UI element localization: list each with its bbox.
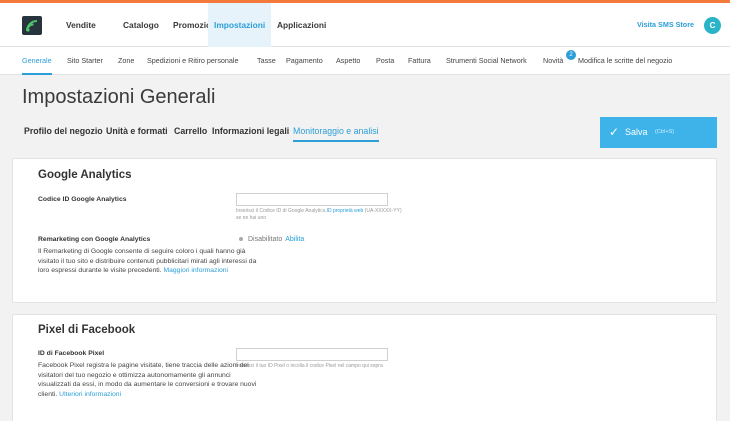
top-navigation: Vendite Catalogo Promozioni Impostazioni… [0,3,730,47]
nav-catalogo[interactable]: Catalogo [123,3,159,47]
nav-applicazioni[interactable]: Applicazioni [277,3,326,47]
subnav-novita[interactable]: Novità [543,47,563,75]
facebook-pixel-title: Pixel di Facebook [38,324,136,336]
subnav-zone[interactable]: Zone [118,47,134,75]
ga-id-hint: Inserisci il Codice ID di Google Analyti… [236,208,402,221]
subnav-aspetto[interactable]: Aspetto [336,47,360,75]
fb-pixel-id-label: ID di Facebook Pixel [38,350,105,357]
google-analytics-title: Google Analytics [38,169,132,181]
nav-impostazioni[interactable]: Impostazioni [208,3,272,47]
subnav-strumenti-social[interactable]: Strumenti Social Network [446,47,527,75]
remarketing-description: Il Remarketing di Google consente di seg… [38,248,257,275]
fb-more-link[interactable]: Ulteriori informazioni [59,391,121,398]
fb-pixel-description: Facebook Pixel registra le pagine visita… [38,362,257,398]
status-disabled-text: Disabilitato [248,236,283,243]
remarketing-more-link[interactable]: Maggiori informazioni [163,267,228,274]
tab-monitoraggio[interactable]: Monitoraggio e analisi [293,126,379,142]
tab-profilo[interactable]: Profilo del negozio [24,126,103,136]
subnav-generale[interactable]: Generale [22,47,52,75]
tab-informazioni-legali[interactable]: Informazioni legali [212,126,289,136]
settings-subnav: Generale Sito Starter Zone Spedizioni e … [0,47,730,75]
enable-remarketing-link[interactable]: Abilita [285,236,304,243]
avatar[interactable]: C [704,17,721,34]
page-title: Impostazioni Generali [22,86,216,108]
fb-pixel-id-input[interactable] [236,348,388,361]
google-analytics-card: Google Analytics Codice ID Google Analyt… [12,158,717,303]
subnav-modifica-scritte[interactable]: Modifica le scritte del negozio [578,47,672,75]
facebook-pixel-card: Pixel di Facebook ID di Facebook Pixel I… [12,314,717,421]
save-button[interactable]: ✓ Salva (Ctrl+S) [600,117,717,148]
save-label: Salva [625,127,648,137]
nav-vendite[interactable]: Vendite [66,3,96,47]
subnav-spedizioni[interactable]: Spedizioni e Ritiro personale [147,47,239,75]
subnav-sito-starter[interactable]: Sito Starter [67,47,103,75]
remarketing-status: Disabilitato Abilita [239,236,304,243]
subnav-posta[interactable]: Posta [376,47,394,75]
news-badge: 2 [566,50,576,60]
check-icon: ✓ [609,125,620,139]
fb-pixel-hint: Inserisci il tuo ID Pixel o incolla il c… [236,363,383,369]
save-shortcut: (Ctrl+S) [655,129,675,135]
remarketing-label: Remarketing con Google Analytics [38,236,151,243]
store-logo-icon[interactable] [22,16,42,35]
status-dot-icon [239,237,243,242]
visit-store-link[interactable]: Visita SMS Store [637,3,694,47]
tab-carrello[interactable]: Carrello [174,126,207,136]
subnav-fattura[interactable]: Fattura [408,47,431,75]
ga-id-input[interactable] [236,193,388,206]
subnav-pagamento[interactable]: Pagamento [286,47,323,75]
ga-id-label: Codice ID Google Analytics [38,196,127,203]
property-id-link[interactable]: ID proprietà web [327,208,364,214]
subnav-tasse[interactable]: Tasse [257,47,276,75]
tab-unita-formati[interactable]: Unità e formati [106,126,168,136]
